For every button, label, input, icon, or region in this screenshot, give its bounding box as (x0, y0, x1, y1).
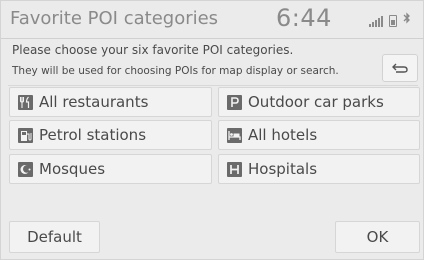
instruction-text: Please choose your six favorite POI cate… (12, 43, 294, 57)
category-label: Outdoor car parks (248, 93, 384, 111)
header-bar: Favorite POI categories 6:44 (1, 1, 424, 39)
category-label: Mosques (39, 160, 106, 178)
category-label: Hospitals (248, 160, 318, 178)
category-petrol-stations[interactable]: Petrol stations (9, 120, 212, 150)
ok-button[interactable]: OK (335, 221, 420, 253)
category-all-restaurants[interactable]: All restaurants (9, 87, 212, 117)
parking-icon (226, 94, 242, 110)
poi-categories-screen: Favorite POI categories 6:44 Please choo… (0, 0, 424, 260)
instruction-subtext: They will be used for choosing POIs for … (12, 65, 339, 77)
category-label: All restaurants (39, 93, 149, 111)
status-icons (369, 12, 411, 27)
signal-icon (369, 16, 383, 27)
battery-icon (389, 15, 397, 27)
category-label: Petrol stations (39, 126, 147, 144)
back-arrow-icon (392, 63, 408, 73)
category-mosques[interactable]: Mosques (9, 154, 212, 184)
hotel-bed-icon (226, 127, 242, 143)
bluetooth-icon (403, 12, 411, 27)
mosque-icon (17, 161, 33, 177)
category-label: All hotels (248, 126, 318, 144)
page-title: Favorite POI categories (10, 8, 219, 29)
fuel-pump-icon (17, 127, 33, 143)
category-outdoor-car-parks[interactable]: Outdoor car parks (218, 87, 420, 117)
clock: 6:44 (276, 4, 332, 32)
hospital-icon (226, 161, 242, 177)
category-all-hotels[interactable]: All hotels (218, 120, 420, 150)
back-button[interactable] (382, 54, 418, 82)
default-button[interactable]: Default (9, 221, 100, 253)
divider (8, 85, 418, 86)
restaurant-icon (17, 94, 33, 110)
category-hospitals[interactable]: Hospitals (218, 154, 420, 184)
